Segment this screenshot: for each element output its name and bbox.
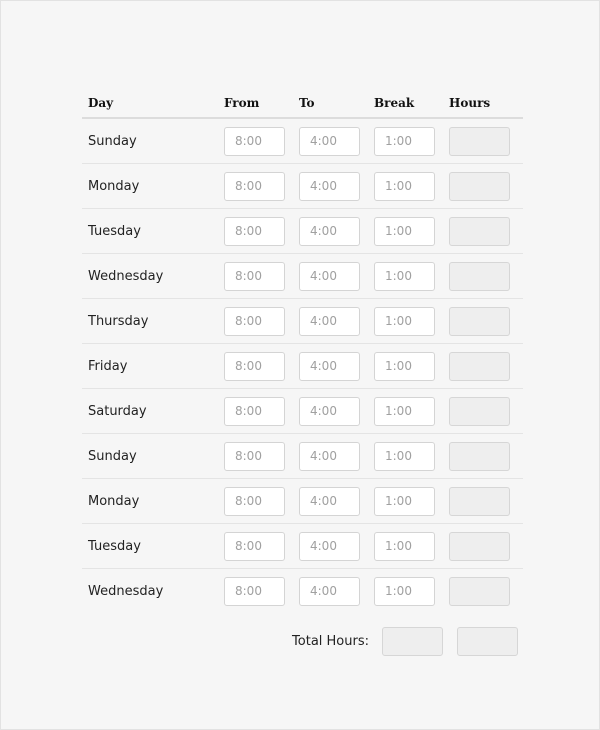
break-input[interactable]: 1:00 xyxy=(374,216,435,246)
from-input[interactable]: 8:00 xyxy=(224,306,285,336)
break-input[interactable]: 1:00 xyxy=(374,126,435,156)
hours-field xyxy=(449,441,510,471)
hours-field xyxy=(449,171,510,201)
day-label: Wednesday xyxy=(88,268,164,284)
break-input[interactable]: 1:00 xyxy=(374,351,435,381)
table-row: Sunday 8:00 4:00 1:00 xyxy=(82,434,523,479)
total-hours-field-2 xyxy=(457,627,518,656)
table-row: Friday 8:00 4:00 1:00 xyxy=(82,344,523,389)
from-input[interactable]: 8:00 xyxy=(224,261,285,291)
hours-field xyxy=(449,261,510,291)
day-label: Tuesday xyxy=(88,538,141,554)
table-row: Tuesday 8:00 4:00 1:00 xyxy=(82,209,523,254)
to-input[interactable]: 4:00 xyxy=(299,216,360,246)
to-input[interactable]: 4:00 xyxy=(299,351,360,381)
day-label: Thursday xyxy=(88,313,149,329)
table-body: Sunday 8:00 4:00 1:00 Monday 8:00 4:00 1:00 Tues… xyxy=(82,119,523,613)
timesheet-table: Day From To Break Hours Sunday 8:00 4:00 1:… xyxy=(82,89,523,613)
from-input[interactable]: 8:00 xyxy=(224,216,285,246)
total-hours-label: Total Hours: xyxy=(292,634,369,649)
header-hours: Hours xyxy=(449,96,491,110)
header-to: To xyxy=(299,96,315,110)
table-row: Thursday 8:00 4:00 1:00 xyxy=(82,299,523,344)
break-input[interactable]: 1:00 xyxy=(374,396,435,426)
to-input[interactable]: 4:00 xyxy=(299,486,360,516)
table-row: Tuesday 8:00 4:00 1:00 xyxy=(82,524,523,569)
to-input[interactable]: 4:00 xyxy=(299,576,360,606)
break-input[interactable]: 1:00 xyxy=(374,486,435,516)
day-label: Monday xyxy=(88,493,140,509)
table-row: Monday 8:00 4:00 1:00 xyxy=(82,164,523,209)
header-break: Break xyxy=(374,96,415,110)
to-input[interactable]: 4:00 xyxy=(299,126,360,156)
from-input[interactable]: 8:00 xyxy=(224,531,285,561)
header-from: From xyxy=(224,96,260,110)
day-label: Wednesday xyxy=(88,583,164,599)
from-input[interactable]: 8:00 xyxy=(224,576,285,606)
table-header: Day From To Break Hours xyxy=(82,89,523,119)
hours-field xyxy=(449,351,510,381)
break-input[interactable]: 1:00 xyxy=(374,306,435,336)
day-label: Sunday xyxy=(88,133,137,149)
table-row: Saturday 8:00 4:00 1:00 xyxy=(82,389,523,434)
break-input[interactable]: 1:00 xyxy=(374,171,435,201)
hours-field xyxy=(449,576,510,606)
hours-field xyxy=(449,126,510,156)
from-input[interactable]: 8:00 xyxy=(224,396,285,426)
break-input[interactable]: 1:00 xyxy=(374,261,435,291)
day-label: Sunday xyxy=(88,448,137,464)
header-day: Day xyxy=(88,96,114,110)
table-row: Wednesday 8:00 4:00 1:00 xyxy=(82,569,523,613)
to-input[interactable]: 4:00 xyxy=(299,531,360,561)
to-input[interactable]: 4:00 xyxy=(299,306,360,336)
table-row: Monday 8:00 4:00 1:00 xyxy=(82,479,523,524)
day-label: Monday xyxy=(88,178,140,194)
total-hours-field xyxy=(382,627,443,656)
hours-field xyxy=(449,396,510,426)
day-label: Saturday xyxy=(88,403,147,419)
hours-field xyxy=(449,531,510,561)
break-input[interactable]: 1:00 xyxy=(374,531,435,561)
hours-field xyxy=(449,306,510,336)
from-input[interactable]: 8:00 xyxy=(224,351,285,381)
day-label: Tuesday xyxy=(88,223,141,239)
from-input[interactable]: 8:00 xyxy=(224,441,285,471)
hours-field xyxy=(449,486,510,516)
table-row: Wednesday 8:00 4:00 1:00 xyxy=(82,254,523,299)
day-label: Friday xyxy=(88,358,128,374)
from-input[interactable]: 8:00 xyxy=(224,171,285,201)
from-input[interactable]: 8:00 xyxy=(224,126,285,156)
break-input[interactable]: 1:00 xyxy=(374,441,435,471)
total-hours-row: Total Hours: xyxy=(82,627,523,656)
to-input[interactable]: 4:00 xyxy=(299,396,360,426)
from-input[interactable]: 8:00 xyxy=(224,486,285,516)
to-input[interactable]: 4:00 xyxy=(299,441,360,471)
hours-field xyxy=(449,216,510,246)
break-input[interactable]: 1:00 xyxy=(374,576,435,606)
to-input[interactable]: 4:00 xyxy=(299,261,360,291)
table-row: Sunday 8:00 4:00 1:00 xyxy=(82,119,523,164)
to-input[interactable]: 4:00 xyxy=(299,171,360,201)
